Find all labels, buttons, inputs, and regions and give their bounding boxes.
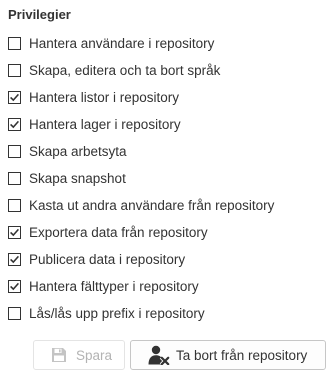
privilege-label: Hantera lager i repository	[29, 116, 181, 132]
privilege-label: Kasta ut andra användare från repository	[29, 197, 275, 213]
privilege-list: Hantera användare i repository Skapa, ed…	[8, 30, 274, 327]
privilege-item[interactable]: Hantera användare i repository	[8, 30, 274, 57]
privilege-checkbox[interactable]	[8, 307, 21, 320]
checkmark-icon	[10, 282, 19, 291]
privilege-checkbox[interactable]	[8, 64, 21, 77]
privilege-item[interactable]: Hantera fälttyper i repository	[8, 273, 274, 300]
remove-from-repository-button[interactable]: Ta bort från repository	[130, 340, 326, 370]
privilege-checkbox[interactable]	[8, 280, 21, 293]
remove-user-icon	[148, 345, 170, 365]
privilege-label: Hantera listor i repository	[29, 89, 180, 105]
checkmark-icon	[10, 93, 19, 102]
privilege-item[interactable]: Kasta ut andra användare från repository	[8, 192, 274, 219]
privilege-checkbox[interactable]	[8, 37, 21, 50]
privilege-checkbox[interactable]	[8, 118, 21, 131]
privilege-checkbox[interactable]	[8, 172, 21, 185]
privilege-item[interactable]: Hantera lager i repository	[8, 111, 274, 138]
privilege-item[interactable]: Hantera listor i repository	[8, 84, 274, 111]
privilege-checkbox[interactable]	[8, 91, 21, 104]
remove-from-repository-label: Ta bort från repository	[176, 347, 308, 363]
privilege-label: Skapa arbetsyta	[29, 143, 127, 159]
privilege-item[interactable]: Skapa arbetsyta	[8, 138, 274, 165]
privilege-checkbox[interactable]	[8, 199, 21, 212]
checkmark-icon	[10, 120, 19, 129]
privilege-checkbox[interactable]	[8, 253, 21, 266]
privilege-label: Exportera data från repository	[29, 224, 208, 240]
privilege-label: Lås/lås upp prefix i repository	[29, 305, 205, 321]
privilege-label: Hantera användare i repository	[29, 35, 215, 51]
save-button-label: Spara	[76, 347, 113, 363]
privilege-label: Skapa snapshot	[29, 170, 126, 186]
privileges-panel: Privilegier Hantera användare i reposito…	[0, 0, 334, 379]
privilege-label: Hantera fälttyper i repository	[29, 278, 199, 294]
privilege-label: Publicera data i repository	[29, 251, 186, 267]
privilege-item[interactable]: Skapa snapshot	[8, 165, 274, 192]
privilege-label: Skapa, editera och ta bort språk	[29, 62, 221, 78]
checkmark-icon	[10, 255, 19, 264]
privilege-checkbox[interactable]	[8, 226, 21, 239]
checkmark-icon	[10, 228, 19, 237]
save-button[interactable]: Spara	[33, 340, 125, 370]
privilege-checkbox[interactable]	[8, 145, 21, 158]
privilege-item[interactable]: Skapa, editera och ta bort språk	[8, 57, 274, 84]
section-title: Privilegier	[8, 7, 71, 22]
floppy-disk-icon	[51, 347, 67, 363]
privilege-item[interactable]: Exportera data från repository	[8, 219, 274, 246]
privilege-item[interactable]: Lås/lås upp prefix i repository	[8, 300, 274, 327]
privilege-item[interactable]: Publicera data i repository	[8, 246, 274, 273]
